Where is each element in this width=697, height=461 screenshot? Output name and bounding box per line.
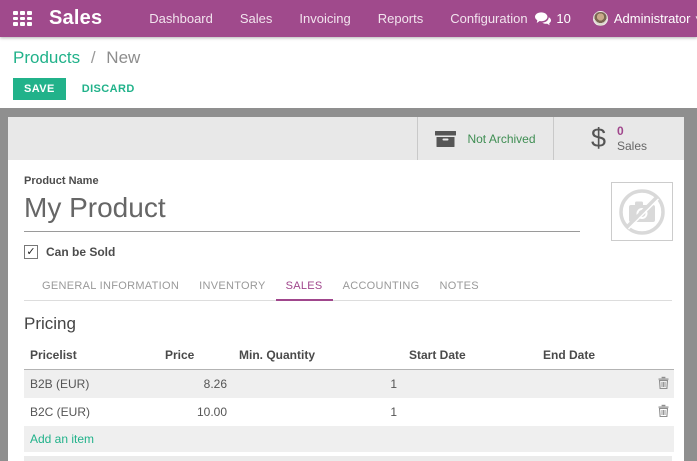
camera-no-image-icon xyxy=(616,187,668,237)
cell-pricelist[interactable]: B2C (EUR) xyxy=(24,398,159,426)
tab-general-information[interactable]: GENERAL INFORMATION xyxy=(32,274,189,300)
user-menu[interactable]: Administrator xyxy=(614,11,691,26)
tab-notes[interactable]: NOTES xyxy=(430,274,489,300)
tab-sales[interactable]: SALES xyxy=(276,274,333,301)
breadcrumb: Products / New xyxy=(13,48,697,68)
breadcrumb-separator: / xyxy=(91,48,96,67)
discard-button[interactable]: DISCARD xyxy=(82,83,135,95)
cell-min-quantity[interactable]: 1 xyxy=(233,398,403,426)
cell-min-quantity[interactable]: 1 xyxy=(233,370,403,399)
pricing-table: Pricelist Price Min. Quantity Start Date… xyxy=(24,344,674,452)
col-start-date[interactable]: Start Date xyxy=(403,344,537,370)
menu-item-dashboard[interactable]: Dashboard xyxy=(149,11,213,26)
notebook-tabs: GENERAL INFORMATION INVENTORY SALES ACCO… xyxy=(24,274,672,301)
table-row[interactable]: B2B (EUR) 8.26 1 xyxy=(24,370,674,399)
cell-price[interactable]: 8.26 xyxy=(159,370,233,399)
product-name-label: Product Name xyxy=(24,175,672,187)
trash-icon xyxy=(658,404,669,417)
col-pricelist[interactable]: Pricelist xyxy=(24,344,159,370)
cell-start-date[interactable] xyxy=(403,398,537,426)
chat-bubble-icon xyxy=(535,12,551,26)
cell-price[interactable]: 10.00 xyxy=(159,398,233,426)
col-min-quantity[interactable]: Min. Quantity xyxy=(233,344,403,370)
cell-pricelist[interactable]: B2B (EUR) xyxy=(24,370,159,399)
apps-menu-icon[interactable] xyxy=(13,11,32,26)
can-be-sold-label: Can be Sold xyxy=(46,245,115,259)
product-name-input[interactable] xyxy=(24,189,580,232)
delete-row-button[interactable] xyxy=(652,370,674,399)
breadcrumb-products-link[interactable]: Products xyxy=(13,48,80,67)
table-row[interactable]: B2C (EUR) 10.00 1 xyxy=(24,398,674,426)
next-section-strip xyxy=(24,456,672,461)
can-be-sold-checkbox[interactable]: ✓ xyxy=(24,245,38,259)
top-menu: Dashboard Sales Invoicing Reports Config… xyxy=(149,11,527,26)
col-actions xyxy=(652,344,674,370)
user-avatar[interactable] xyxy=(593,11,608,26)
control-panel: Products / New SAVE DISCARD xyxy=(0,37,697,108)
cell-end-date[interactable] xyxy=(537,370,652,399)
sales-stat-button[interactable]: $ 0 Sales xyxy=(553,117,684,160)
sales-stat-value: 0 xyxy=(617,124,647,138)
col-price[interactable]: Price xyxy=(159,344,233,370)
archive-box-icon xyxy=(435,131,456,147)
add-item-row[interactable]: Add an item xyxy=(24,426,674,452)
archived-stat-button[interactable]: Not Archived xyxy=(417,117,553,160)
delete-row-button[interactable] xyxy=(652,398,674,426)
top-navbar: Sales Dashboard Sales Invoicing Reports … xyxy=(0,0,697,37)
save-button[interactable]: SAVE xyxy=(13,78,66,100)
col-end-date[interactable]: End Date xyxy=(537,344,652,370)
cell-end-date[interactable] xyxy=(537,398,652,426)
pricing-section-title: Pricing xyxy=(24,314,672,334)
form-body: Product Name ✓ Can be Sold GENERAL INFOR… xyxy=(8,160,684,461)
menu-item-reports[interactable]: Reports xyxy=(378,11,424,26)
main-content: Not Archived $ 0 Sales xyxy=(0,108,697,461)
archived-stat-label: Not Archived xyxy=(467,132,535,146)
messages-count: 10 xyxy=(556,11,570,26)
can-be-sold-field: ✓ Can be Sold xyxy=(24,245,672,259)
tab-accounting[interactable]: ACCOUNTING xyxy=(333,274,430,300)
form-sheet: Not Archived $ 0 Sales xyxy=(8,117,684,461)
app-title: Sales xyxy=(49,7,102,30)
form-statusbar: Not Archived $ 0 Sales xyxy=(8,117,684,160)
product-image-field[interactable] xyxy=(611,182,673,241)
breadcrumb-current: New xyxy=(106,48,140,67)
trash-icon xyxy=(658,376,669,389)
form-action-buttons: SAVE DISCARD xyxy=(13,78,697,100)
menu-item-sales[interactable]: Sales xyxy=(240,11,273,26)
dollar-icon: $ xyxy=(591,125,606,152)
pricing-header-row: Pricelist Price Min. Quantity Start Date… xyxy=(24,344,674,370)
add-item-link[interactable]: Add an item xyxy=(24,426,674,452)
tab-inventory[interactable]: INVENTORY xyxy=(189,274,275,300)
topbar-right: 10 Administrator ▾ xyxy=(535,11,697,26)
menu-item-invoicing[interactable]: Invoicing xyxy=(299,11,350,26)
sales-stat-label: Sales xyxy=(617,139,647,153)
menu-item-configuration[interactable]: Configuration xyxy=(450,11,527,26)
cell-start-date[interactable] xyxy=(403,370,537,399)
messages-button[interactable]: 10 xyxy=(535,11,570,26)
